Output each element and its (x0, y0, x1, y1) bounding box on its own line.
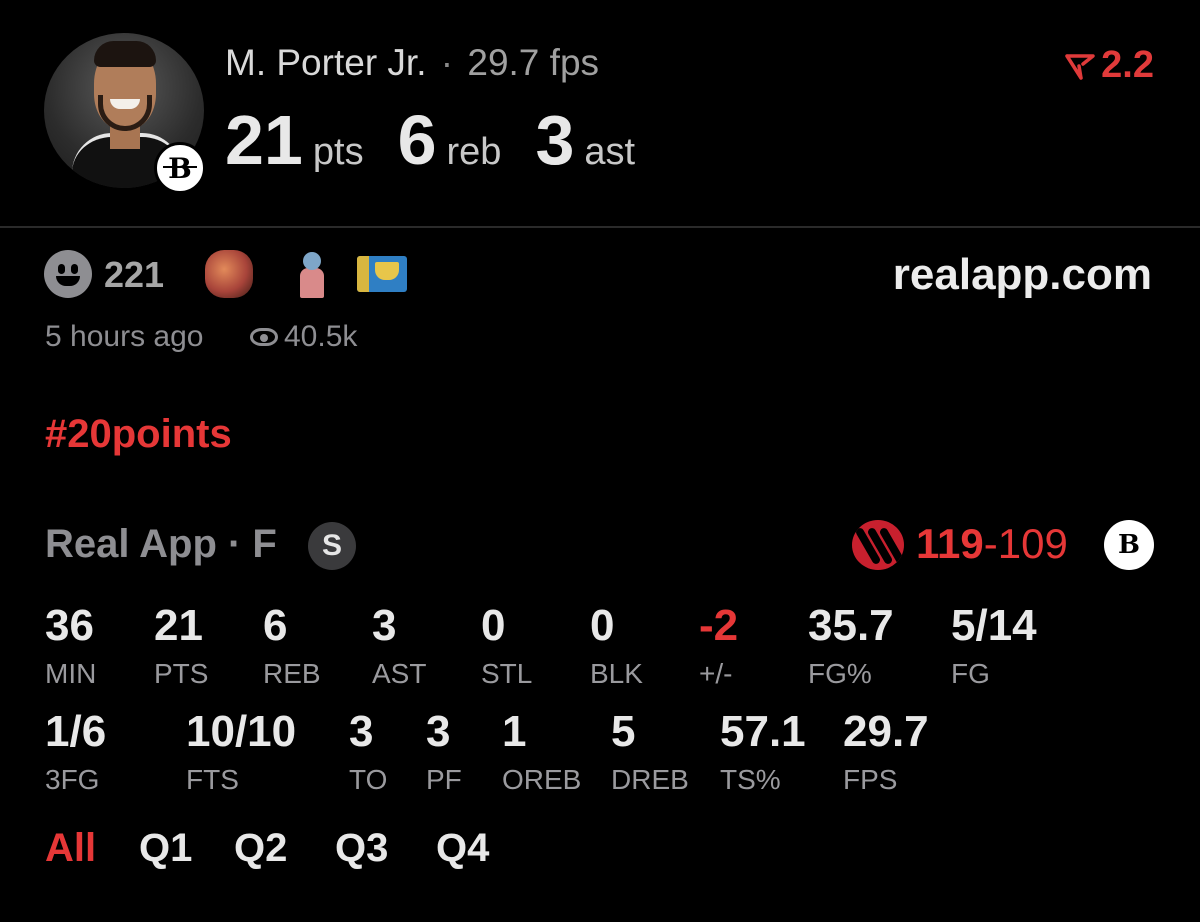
score-home: 119 (916, 520, 984, 567)
stat-label: FPS (843, 764, 898, 795)
statline-points: 21 (225, 101, 303, 179)
rating-down-arrow-icon (1065, 53, 1095, 80)
stat-oreb: 1 OREB (502, 710, 581, 794)
rating-value: 2.2 (1101, 44, 1154, 86)
game-score[interactable]: 119-109 (916, 520, 1068, 568)
tab-q4[interactable]: Q4 (436, 826, 489, 871)
stat-label: TS% (720, 764, 781, 795)
smiley-face-icon[interactable] (44, 250, 92, 298)
stat-plus-minus: -2 +/- (699, 604, 738, 688)
stat-3fg: 1/6 3FG (45, 710, 106, 794)
stat-pts: 21 PTS (154, 604, 208, 688)
stat-reb: 6 REB (263, 604, 321, 688)
game-source-label: Real App · F (45, 522, 277, 566)
stat-label: FG (951, 658, 990, 689)
header-divider (0, 226, 1200, 228)
stat-label: PF (426, 764, 462, 795)
s-badge[interactable]: S (308, 522, 356, 570)
nets-logo-icon: B (1104, 520, 1154, 570)
stat-value: 35.7 (808, 601, 894, 650)
stat-value: -2 (699, 601, 739, 650)
stat-label: FTS (186, 764, 239, 795)
stat-fg-pct: 35.7 FG% (808, 604, 894, 688)
stat-blk: 0 BLK (590, 604, 643, 688)
player-fps: 29.7 fps (467, 42, 600, 83)
player-name[interactable]: M. Porter Jr. (225, 42, 426, 83)
raptors-logo-icon (852, 520, 904, 570)
stat-label: REB (263, 658, 321, 689)
rating-badge[interactable]: 2.2 (1065, 44, 1154, 87)
stat-value: 1 (502, 707, 527, 756)
stat-fg: 5/14 FG (951, 604, 1037, 688)
stat-ts-pct: 57.1 TS% (720, 710, 806, 794)
post-time: 5 hours ago (45, 320, 204, 353)
tab-q2[interactable]: Q2 (234, 826, 287, 871)
stat-label: TO (349, 764, 388, 795)
player-statline: 21 pts 6 reb 3 ast (225, 100, 669, 180)
stat-value: 57.1 (720, 707, 806, 756)
stat-pf: 3 PF (426, 710, 462, 794)
flag-emoji-icon[interactable] (357, 256, 407, 292)
statline-rebounds-unit: reb (446, 131, 502, 173)
stat-value: 5 (611, 707, 636, 756)
statline-assists-unit: ast (584, 131, 636, 173)
stat-value: 3 (372, 601, 397, 650)
stat-label: FG% (808, 658, 872, 689)
tab-q1[interactable]: Q1 (139, 826, 192, 871)
eye-icon (250, 328, 278, 346)
stat-stl: 0 STL (481, 604, 532, 688)
person-emoji-icon[interactable] (288, 250, 336, 298)
stat-label: MIN (45, 658, 97, 689)
stat-value: 5/14 (951, 601, 1037, 650)
stat-value: 3 (426, 707, 451, 756)
stat-label: DREB (611, 764, 689, 795)
team-badge-nets-icon: B (154, 142, 206, 194)
stat-value: 10/10 (186, 707, 297, 756)
stat-label: OREB (502, 764, 582, 795)
hair-shape (94, 41, 156, 67)
stat-fts: 10/10 FTS (186, 710, 296, 794)
stat-fps: 29.7 FPS (843, 710, 929, 794)
reaction-count[interactable]: 221 (104, 254, 164, 296)
stat-label: 3FG (45, 764, 100, 795)
tab-all[interactable]: All (45, 826, 96, 871)
stat-value: 0 (481, 601, 506, 650)
stat-label: AST (372, 658, 427, 689)
statline-points-unit: pts (312, 131, 364, 173)
site-link[interactable]: realapp.com (893, 250, 1152, 300)
separator-dot: · (440, 42, 454, 83)
view-count: 40.5k (250, 320, 357, 354)
statline-rebounds: 6 (397, 101, 437, 179)
view-count-value: 40.5k (284, 320, 358, 353)
stat-value: 29.7 (843, 707, 929, 756)
stat-value: 21 (154, 601, 203, 650)
fire-emoji-icon[interactable] (205, 250, 253, 298)
stat-value: 3 (349, 707, 374, 756)
stat-label: STL (481, 658, 533, 689)
score-separator: - (983, 520, 998, 567)
tab-q3[interactable]: Q3 (335, 826, 388, 871)
stat-to: 3 TO (349, 710, 387, 794)
stat-label: +/- (699, 658, 733, 689)
player-name-line[interactable]: M. Porter Jr. · 29.7 fps (225, 42, 599, 84)
statline-assists: 3 (535, 101, 575, 179)
stat-value: 0 (590, 601, 615, 650)
stat-value: 6 (263, 601, 288, 650)
stat-value: 36 (45, 601, 94, 650)
stat-min: 36 MIN (45, 604, 96, 688)
stat-label: PTS (154, 658, 209, 689)
score-away: 109 (997, 520, 1068, 567)
hashtag-link[interactable]: #20points (45, 412, 232, 457)
stat-dreb: 5 DREB (611, 710, 689, 794)
stat-ast: 3 AST (372, 604, 426, 688)
stat-label: BLK (590, 658, 643, 689)
stat-value: 1/6 (45, 707, 107, 756)
